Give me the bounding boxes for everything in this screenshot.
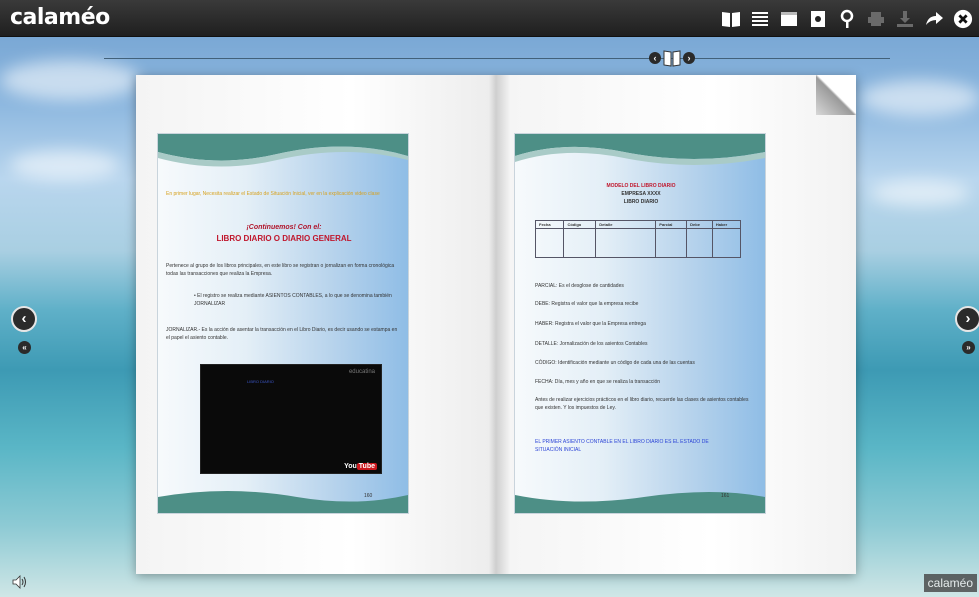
journal-title: LIBRO DIARIO: [623, 199, 659, 205]
table-header: Código: [563, 220, 597, 229]
def-fecha: FECHA: Día, mes y año en que se realiza …: [535, 379, 661, 385]
fullscreen-icon[interactable]: [779, 8, 799, 30]
search-icon[interactable]: [837, 8, 857, 30]
bottom-wave: [515, 492, 765, 513]
cloud: [10, 150, 120, 180]
continue-heading: ¡Continuemos! Con el:: [246, 224, 322, 231]
calameo-logo[interactable]: calaméo: [10, 5, 110, 30]
flipbook: En primer lugar, Necesita realizar el Es…: [136, 75, 856, 574]
youtube-you: You: [344, 463, 357, 470]
left-page: En primer lugar, Necesita realizar el Es…: [157, 133, 409, 514]
last-page-button[interactable]: »: [962, 341, 975, 354]
bullet-text: • El registro se realiza mediante ASIENT…: [194, 293, 392, 307]
table-header: Haber: [711, 220, 742, 229]
closing-note: EL PRIMER ASIENTO CONTABLE EN EL LIBRO D…: [535, 439, 709, 453]
list-icon[interactable]: [750, 8, 770, 30]
page-corner-fold[interactable]: [816, 75, 856, 115]
table-cell: [595, 228, 657, 258]
book-icon[interactable]: [721, 8, 741, 30]
print-icon[interactable]: [866, 8, 886, 30]
tool-group: [721, 6, 973, 32]
table-cell: [534, 228, 565, 258]
page-icon[interactable]: [808, 8, 828, 30]
video-brand: educatina: [348, 369, 375, 375]
cloud: [0, 60, 140, 100]
navigator-next-button[interactable]: ›: [683, 52, 695, 64]
paragraph: Antes de realizar ejercicios prácticos e…: [535, 397, 749, 411]
intro-text: En primer lugar, Necesita realizar el Es…: [166, 191, 380, 197]
calameo-watermark[interactable]: calaméo: [923, 574, 977, 592]
def-parcial: PARCIAL: Es el desglose de cantidades: [535, 283, 624, 289]
table-header: Detalle: [595, 220, 657, 229]
table-cell: [686, 228, 713, 258]
share-icon[interactable]: [924, 8, 944, 30]
def-debe: DEBE: Registra el valor que la empresa r…: [535, 301, 639, 307]
def-detalle: DETALLE: Jornalización de los asientos C…: [535, 341, 648, 347]
cloud: [870, 180, 970, 206]
table-header: Debe: [686, 220, 713, 229]
model-title: MODELO DEL LIBRO DIARIO: [606, 183, 676, 189]
prev-page-button[interactable]: ‹: [11, 306, 37, 332]
table-header: Parcial: [655, 220, 688, 229]
navigator-book-icon[interactable]: [663, 48, 681, 68]
youtube-logo[interactable]: You Tube: [344, 463, 377, 470]
bottom-wave: [158, 491, 408, 513]
def-haber: HABER: Registra el valor que la Empresa …: [535, 321, 646, 327]
page-navigator: ‹ ›: [649, 47, 697, 69]
table-row: [534, 228, 742, 258]
table-cell: [655, 228, 688, 258]
download-icon[interactable]: [895, 8, 915, 30]
paragraph-2: JORNALIZAR.- Es la acción de asentar la …: [166, 327, 398, 341]
right-page: MODELO DEL LIBRO DIARIO EMPRESA XXXX LIB…: [514, 133, 766, 514]
top-wave: [158, 134, 408, 167]
def-codigo: CÓDIGO: Identificación mediante un códig…: [535, 360, 695, 366]
table-cell: [711, 228, 742, 258]
top-wave: [515, 134, 765, 165]
first-page-button[interactable]: «: [18, 341, 31, 354]
paragraph-1: Pertenece al grupo de los libros princip…: [166, 263, 395, 277]
page-number: 160: [364, 493, 373, 499]
table-header: Fecha: [534, 220, 565, 229]
company-title: EMPRESA XXXX: [621, 191, 661, 197]
page-number: 161: [721, 493, 730, 499]
sound-icon[interactable]: [12, 575, 28, 589]
next-page-button[interactable]: ›: [955, 306, 979, 332]
top-toolbar: calaméo: [0, 0, 979, 37]
navigator-line: [104, 58, 890, 59]
embedded-video[interactable]: educatina LIBRO DIARIO You Tube: [200, 364, 382, 474]
cloud: [860, 80, 979, 116]
close-icon[interactable]: [953, 8, 973, 30]
journal-table: Fecha Código Detalle Parcial Debe Haber: [534, 220, 742, 258]
youtube-tube: Tube: [356, 463, 377, 470]
navigator-prev-button[interactable]: ‹: [649, 52, 661, 64]
video-title[interactable]: LIBRO DIARIO: [247, 379, 274, 384]
table-cell: [563, 228, 597, 258]
section-title: LIBRO DIARIO O DIARIO GENERAL: [216, 234, 352, 243]
